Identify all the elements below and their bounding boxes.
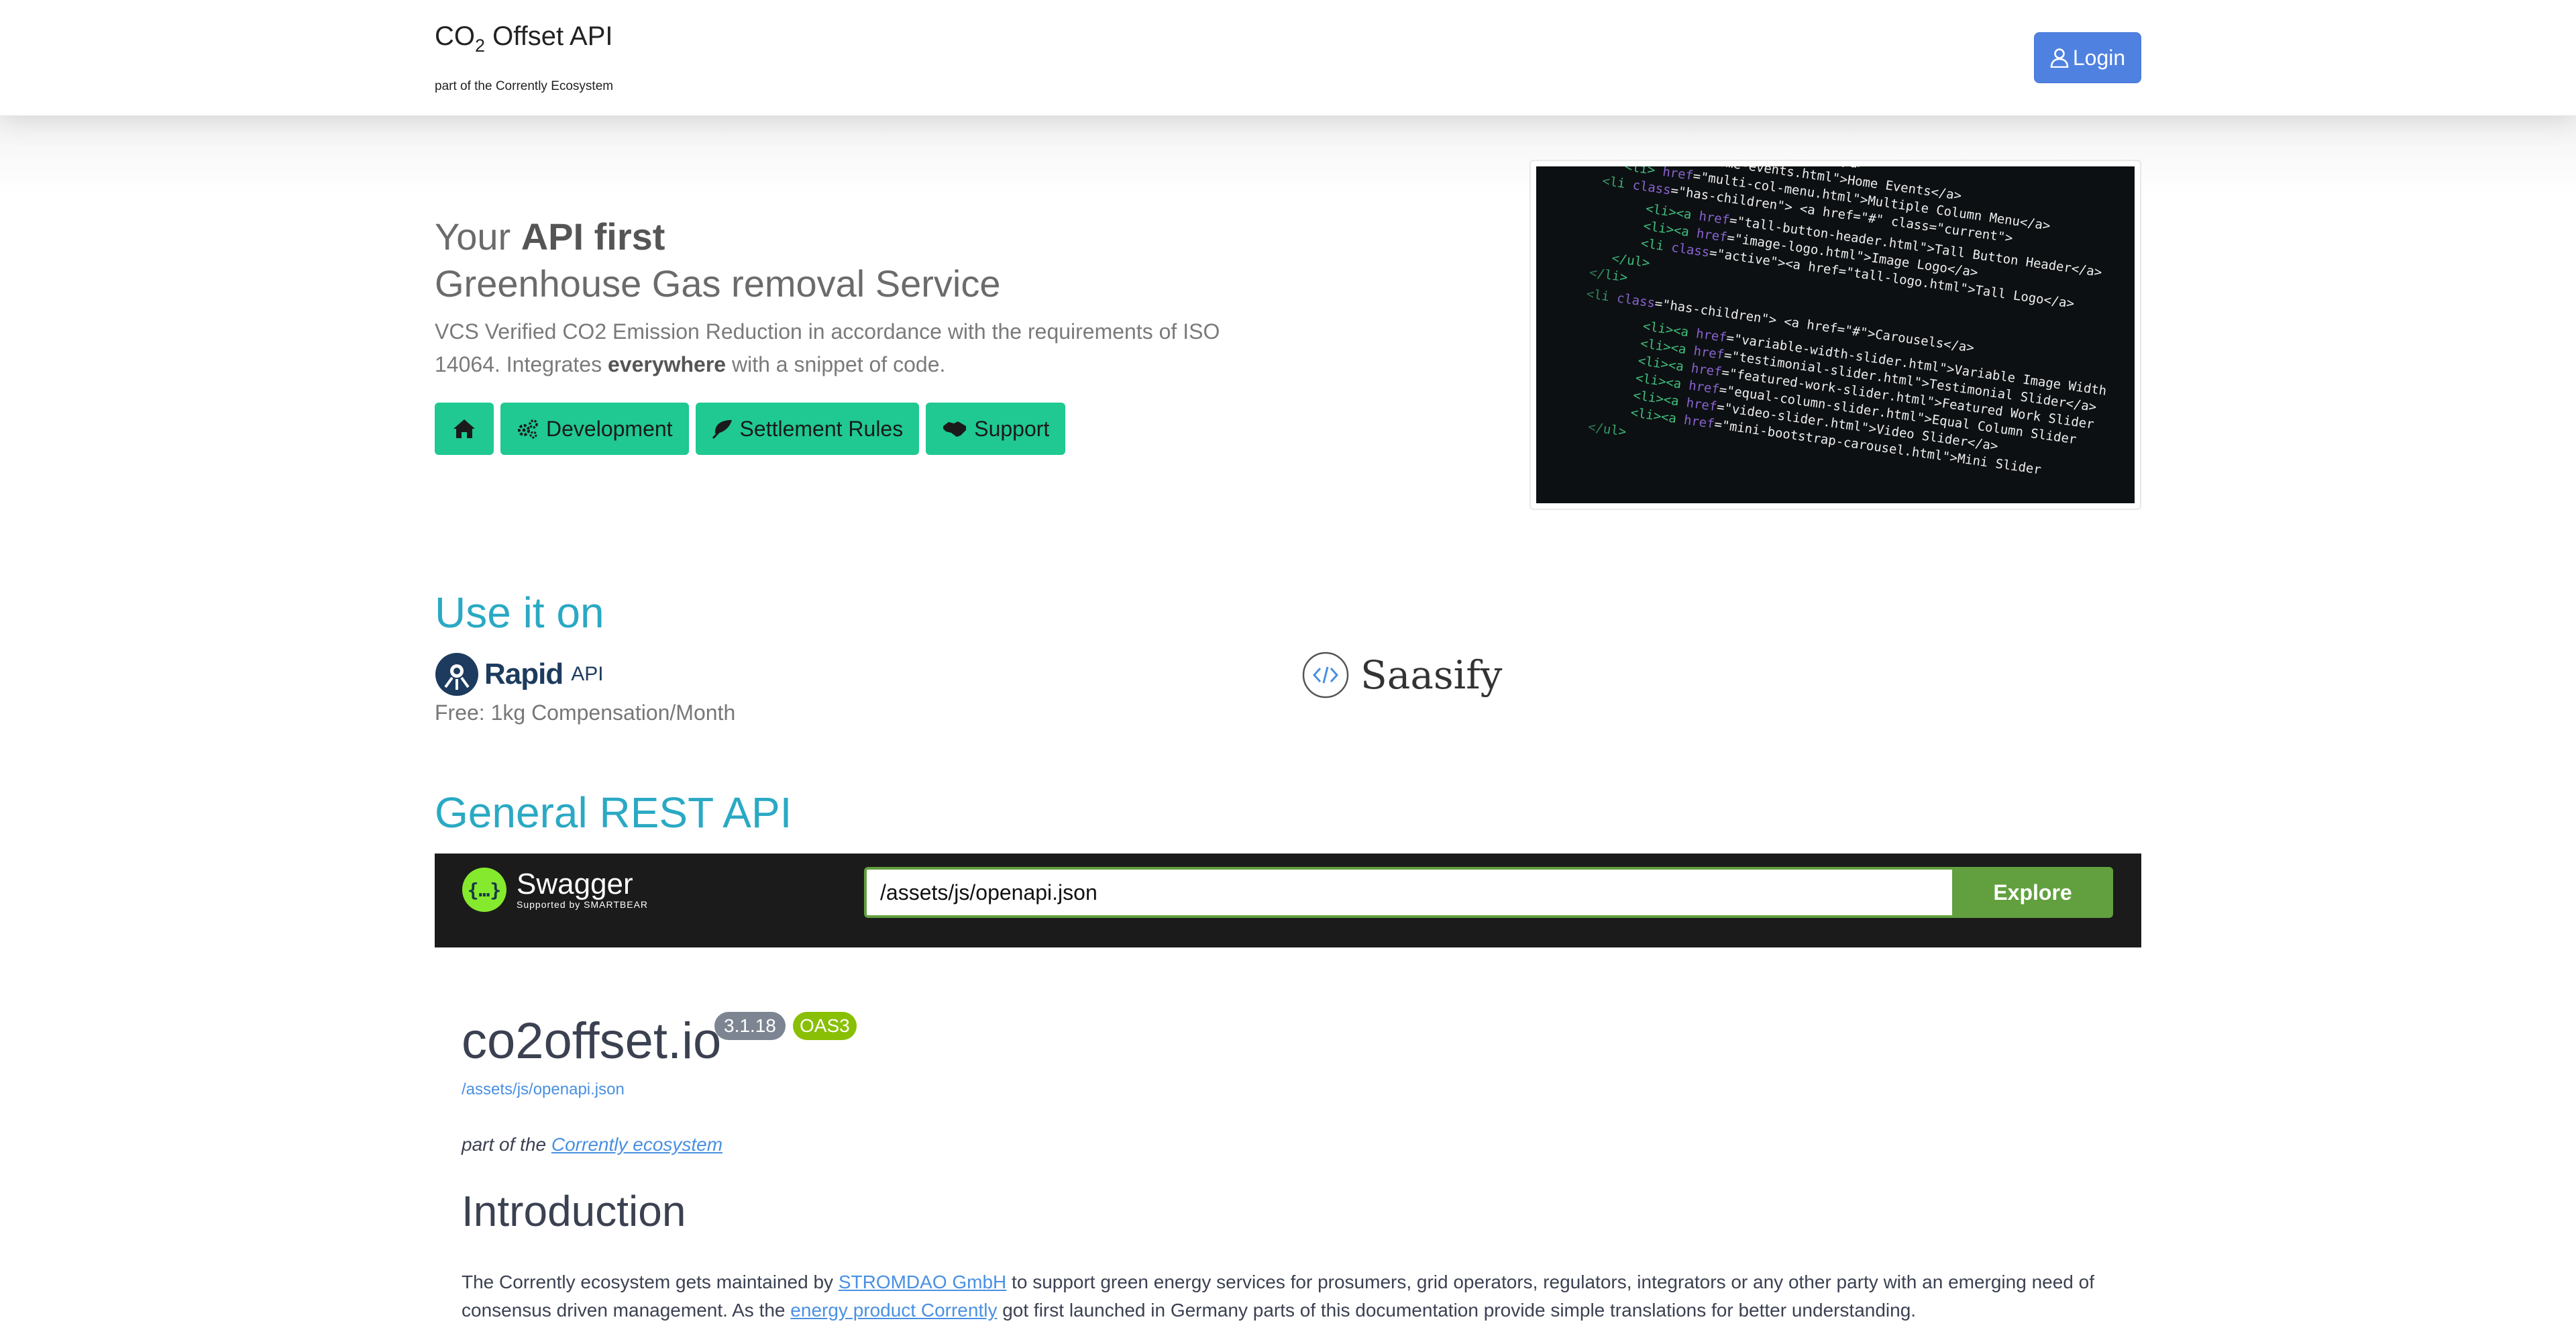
corrently-ecosystem-link[interactable]: Corrently ecosystem [551, 1134, 722, 1155]
code-screenshot-image: <li> href="index.html">Home</a> <li> hre… [1529, 160, 2141, 510]
use-it-on-heading: Use it on [435, 588, 604, 637]
login-button[interactable]: Login [2034, 32, 2141, 83]
development-button[interactable]: Development [500, 403, 689, 455]
hero-desc-bold: everywhere [607, 352, 727, 376]
explore-button[interactable]: Explore [1952, 867, 2113, 918]
brand-title: CO2 Offset API [435, 17, 613, 64]
intro-text-3: got first launched in Germany parts of t… [997, 1300, 1917, 1321]
stromdao-link[interactable]: STROMDAO GmbH [839, 1272, 1006, 1292]
spec-url-link[interactable]: /assets/js/openapi.json [462, 1080, 625, 1099]
saasify-logo[interactable]: Saasify [1301, 651, 1502, 699]
saasify-name: Saasify [1360, 652, 1503, 698]
svg-text:{…}: {…} [468, 879, 502, 901]
brand-tagline: part of the Corrently Ecosystem [435, 79, 614, 93]
spec-url-input[interactable] [864, 867, 1957, 918]
hero-subtitle: Greenhouse Gas removal Service [435, 262, 1001, 305]
version-badge: 3.1.18 [714, 1012, 786, 1040]
part-of-text: part of the Corrently ecosystem [462, 1134, 722, 1155]
settlement-rules-button[interactable]: Settlement Rules [695, 403, 920, 455]
hero-description: VCS Verified CO2 Emission Reduction in a… [435, 315, 1240, 381]
api-title: co2offset.io [462, 1013, 722, 1070]
login-label: Login [2072, 45, 2126, 70]
gears-icon [518, 419, 538, 439]
code-image-content: <li> href="index.html">Home</a> <li> hre… [1536, 166, 2135, 503]
hero-title: Your API first [435, 213, 665, 260]
code-brackets-icon [1302, 652, 1349, 699]
swagger-topbar: {…} Swagger Supported by SMARTBEAR Explo… [435, 854, 2141, 947]
user-icon [2050, 48, 2069, 68]
rest-api-heading: General REST API [435, 788, 792, 837]
brand[interactable]: CO2 Offset API part of the Corrently Eco… [435, 17, 613, 94]
support-label: Support [974, 416, 1050, 441]
rapidapi-suffix: API [571, 663, 604, 685]
swagger-icon: {…} [462, 868, 506, 912]
support-button[interactable]: Support [926, 403, 1066, 455]
energy-product-link[interactable]: energy product Corrently [790, 1300, 997, 1321]
navbar: CO2 Offset API part of the Corrently Eco… [0, 0, 2576, 115]
hero-background [0, 115, 2576, 196]
rapidapi-icon [435, 653, 478, 696]
hero-buttons: Development Settlement Rules Support [435, 403, 1066, 455]
hero-title-bold: API first [521, 215, 665, 258]
rapidapi-free-tier: Free: 1kg Compensation/Month [435, 701, 736, 725]
rapidapi-name: Rapid [484, 658, 564, 690]
oas-badge: OAS3 [793, 1012, 857, 1040]
brand-suffix: Offset API [485, 21, 613, 51]
settlement-rules-label: Settlement Rules [739, 416, 904, 441]
home-button[interactable] [435, 403, 494, 455]
brand-subscript: 2 [475, 36, 486, 56]
handshake-icon [943, 421, 967, 437]
intro-text-1: The Corrently ecosystem gets maintained … [462, 1272, 839, 1292]
rapidapi-logo[interactable]: Rapid API [435, 652, 604, 696]
development-label: Development [546, 416, 673, 441]
brand-prefix: CO [435, 21, 475, 51]
hero-desc-part2: with a snippet of code. [726, 352, 946, 376]
swagger-logo[interactable]: {…} Swagger Supported by SMARTBEAR [462, 867, 648, 913]
home-icon [453, 419, 475, 438]
introduction-text: The Corrently ecosystem gets maintained … [462, 1268, 2125, 1325]
swagger-wordmark: Swagger Supported by SMARTBEAR [517, 868, 649, 911]
swagger-supported-by: Supported by SMARTBEAR [517, 899, 649, 910]
part-of-prefix: part of the [462, 1134, 551, 1155]
introduction-heading: Introduction [462, 1187, 686, 1235]
leaf-icon [712, 420, 732, 439]
swagger-title: Swagger [517, 868, 633, 900]
hero-title-prefix: Your [435, 215, 521, 258]
